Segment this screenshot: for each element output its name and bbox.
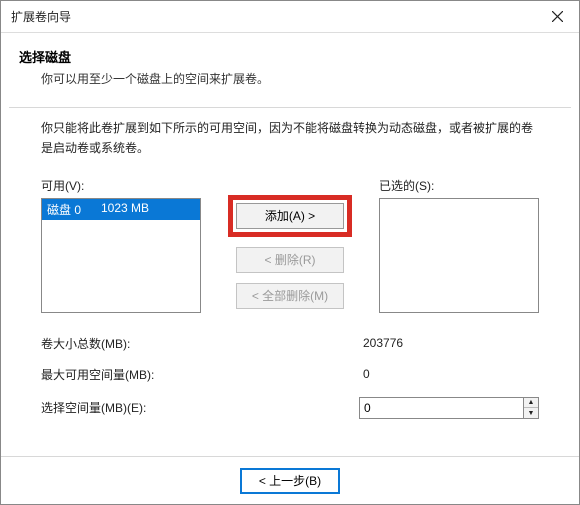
available-column: 可用(V): 磁盘 0 1023 MB [41, 177, 201, 313]
max-avail-label: 最大可用空间量(MB): [41, 366, 154, 383]
available-listbox[interactable]: 磁盘 0 1023 MB [41, 198, 201, 313]
total-size-row: 卷大小总数(MB): 203776 [41, 335, 539, 352]
spinner-buttons: ▲ ▼ [524, 397, 539, 419]
total-size-label: 卷大小总数(MB): [41, 335, 130, 352]
selected-label: 已选的(S): [379, 177, 539, 194]
transfer-buttons: 添加(A) > < 删除(R) < 全部删除(M) [201, 177, 379, 309]
close-button[interactable] [535, 1, 579, 33]
total-size-value: 203776 [359, 336, 539, 350]
remove-button: < 删除(R) [236, 247, 344, 273]
remove-all-button: < 全部删除(M) [236, 283, 344, 309]
add-button-highlight: 添加(A) > [228, 195, 352, 237]
wizard-dialog: 扩展卷向导 选择磁盘 你可以用至少一个磁盘上的空间来扩展卷。 你只能将此卷扩展到… [0, 0, 580, 505]
selected-listbox[interactable] [379, 198, 539, 313]
wizard-body: 你只能将此卷扩展到如下所示的可用空间，因为不能将磁盘转换为动态磁盘，或者被扩展的… [1, 108, 579, 419]
select-size-input[interactable] [359, 397, 524, 419]
max-avail-value: 0 [359, 367, 539, 381]
selected-column: 已选的(S): [379, 177, 539, 313]
disk-name: 磁盘 0 [47, 201, 101, 218]
spin-down-button[interactable]: ▼ [524, 408, 538, 418]
header-title: 选择磁盘 [19, 47, 559, 66]
header-subtitle: 你可以用至少一个磁盘上的空间来扩展卷。 [19, 70, 559, 87]
list-item[interactable]: 磁盘 0 1023 MB [42, 199, 200, 220]
title-bar: 扩展卷向导 [1, 1, 579, 33]
wizard-header: 选择磁盘 你可以用至少一个磁盘上的空间来扩展卷。 [1, 33, 579, 99]
window-title: 扩展卷向导 [11, 8, 71, 25]
disk-size: 1023 MB [101, 201, 149, 218]
available-label: 可用(V): [41, 177, 201, 194]
add-button[interactable]: 添加(A) > [236, 203, 344, 229]
close-icon [552, 11, 563, 22]
size-fields: 卷大小总数(MB): 203776 最大可用空间量(MB): 0 选择空间量(M… [41, 335, 539, 419]
select-size-spinner: ▲ ▼ [359, 397, 539, 419]
disk-lists-row: 可用(V): 磁盘 0 1023 MB 添加(A) > < 删除(R) < 全部… [41, 177, 539, 313]
select-size-row: 选择空间量(MB)(E): ▲ ▼ [41, 397, 539, 419]
max-avail-row: 最大可用空间量(MB): 0 [41, 366, 539, 383]
description-text: 你只能将此卷扩展到如下所示的可用空间，因为不能将磁盘转换为动态磁盘，或者被扩展的… [41, 118, 539, 159]
back-button[interactable]: < 上一步(B) [240, 468, 340, 494]
wizard-footer: < 上一步(B) [1, 456, 579, 504]
select-size-label: 选择空间量(MB)(E): [41, 399, 146, 416]
spin-up-button[interactable]: ▲ [524, 398, 538, 409]
